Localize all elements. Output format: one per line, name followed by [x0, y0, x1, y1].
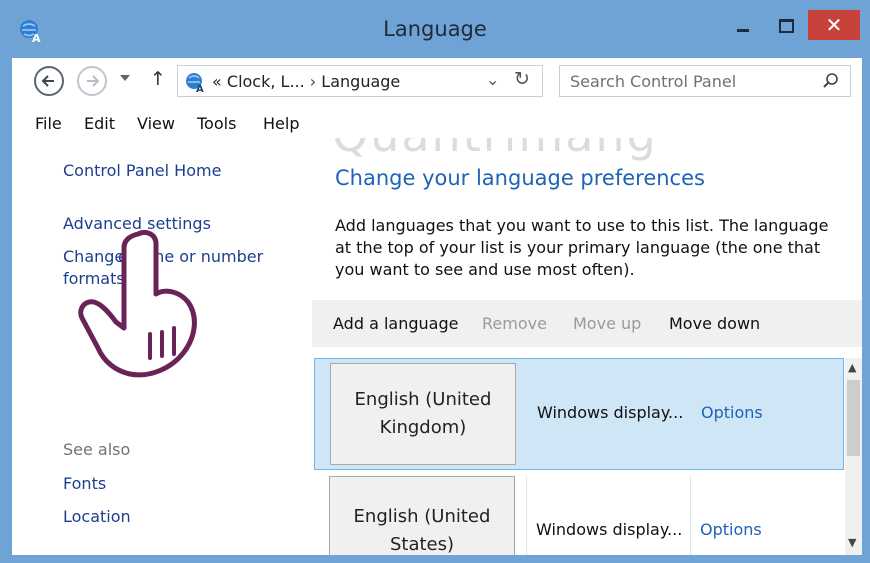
breadcrumb-prefix: «: [212, 72, 222, 91]
search-input[interactable]: Search Control Panel: [559, 65, 851, 97]
language-name-button[interactable]: English (United States): [329, 476, 515, 555]
forward-arrow-icon: [87, 75, 100, 87]
language-name-button[interactable]: English (United Kingdom): [330, 363, 516, 465]
search-placeholder: Search Control Panel: [570, 72, 737, 91]
main-content: Quantrimang Change your language prefere…: [312, 138, 862, 555]
language-list-scrollbar[interactable]: ▲ ▼: [845, 358, 862, 555]
back-arrow-icon: [41, 75, 54, 87]
column-divider: [691, 359, 692, 469]
page-description: Add languages that you want to use to th…: [335, 216, 829, 279]
refresh-icon[interactable]: ↻: [514, 68, 530, 90]
maximize-button[interactable]: [770, 12, 800, 38]
chevron-down-icon[interactable]: ⌄: [486, 70, 499, 89]
language-row-selected[interactable]: English (United Kingdom) Windows display…: [314, 358, 844, 470]
location-link[interactable]: Location: [63, 506, 131, 528]
scroll-down-icon[interactable]: ▼: [848, 536, 856, 549]
back-button[interactable]: [34, 66, 64, 96]
language-status: Windows display...: [537, 403, 684, 422]
menu-edit[interactable]: Edit: [84, 114, 115, 133]
column-divider: [526, 476, 527, 555]
add-language-button[interactable]: Add a language: [333, 314, 458, 333]
pointing-hand-icon: [78, 229, 197, 378]
search-icon[interactable]: [822, 72, 840, 90]
menu-tools[interactable]: Tools: [197, 114, 236, 133]
language-row[interactable]: English (United States) Windows display.…: [314, 476, 844, 555]
fonts-link[interactable]: Fonts: [63, 473, 106, 495]
breadcrumb-separator[interactable]: ›: [310, 72, 316, 91]
watermark-logo: Quantrimang: [332, 138, 658, 162]
close-icon: ✕: [825, 13, 843, 37]
column-divider: [527, 359, 528, 469]
navigation-bar: ↑ A « Clock, L... › Language ⌄ ↻ Search …: [12, 58, 862, 108]
move-down-button[interactable]: Move down: [669, 314, 760, 333]
language-toolbar: Add a language Remove Move up Move down: [312, 300, 862, 347]
forward-button[interactable]: [77, 66, 107, 96]
menu-view[interactable]: View: [137, 114, 175, 133]
language-icon: A: [184, 71, 208, 95]
recent-locations-dropdown[interactable]: [120, 75, 130, 81]
menu-file[interactable]: File: [35, 114, 62, 133]
svg-text:A: A: [196, 84, 204, 93]
breadcrumb-parent[interactable]: Clock, L...: [227, 72, 305, 91]
address-bar[interactable]: A « Clock, L... › Language ⌄ ↻: [177, 65, 543, 97]
breadcrumb-current[interactable]: Language: [321, 72, 400, 91]
scrollbar-thumb[interactable]: [847, 380, 860, 456]
control-panel-home-link[interactable]: Control Panel Home: [63, 160, 221, 182]
remove-button[interactable]: Remove: [482, 314, 547, 333]
close-button[interactable]: ✕: [808, 10, 860, 40]
column-divider: [690, 476, 691, 555]
see-also-heading: See also: [63, 440, 131, 459]
menu-bar: File Edit View Tools Help: [12, 108, 862, 138]
language-options-link[interactable]: Options: [700, 520, 762, 539]
page-title: Change your language preferences: [335, 166, 705, 190]
scroll-up-icon[interactable]: ▲: [848, 361, 856, 374]
move-up-button[interactable]: Move up: [573, 314, 641, 333]
up-arrow-icon[interactable]: ↑: [150, 68, 166, 90]
language-options-link[interactable]: Options: [701, 403, 763, 422]
minimize-button[interactable]: [728, 12, 758, 38]
menu-help[interactable]: Help: [263, 114, 299, 133]
language-window: A Language ✕ ↑ A « Clock, L... › Languag…: [0, 0, 870, 563]
language-status: Windows display...: [536, 520, 683, 539]
sidebar: Control Panel Home Advanced settings Cha…: [12, 138, 312, 555]
title-bar[interactable]: A Language ✕: [0, 0, 870, 58]
